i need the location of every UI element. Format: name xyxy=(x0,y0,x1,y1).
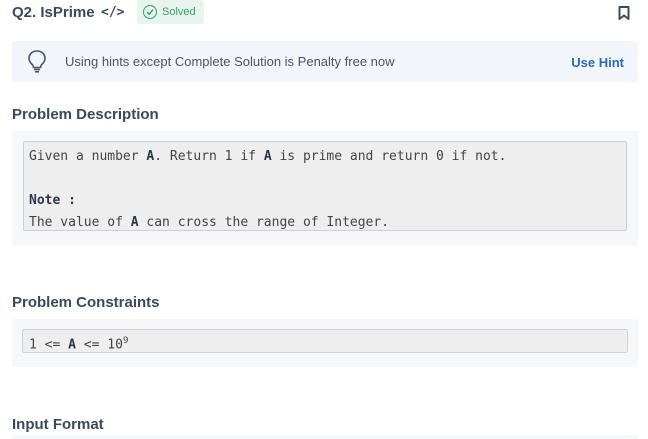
problem-header: Q2. IsPrime </> Solved xyxy=(12,0,636,26)
problem-constraints-section: 1 <= A <= 109 xyxy=(12,319,638,367)
problem-constraints-heading: Problem Constraints xyxy=(12,294,160,311)
hint-banner: Using hints except Complete Solution is … xyxy=(12,41,638,82)
code-icon[interactable]: </> xyxy=(101,5,124,20)
lightbulb-icon xyxy=(28,50,46,73)
problem-description-section: Given a number A. Return 1 if A is prime… xyxy=(12,131,638,246)
problem-description-box: Given a number A. Return 1 if A is prime… xyxy=(23,141,627,231)
problem-title: Q2. IsPrime xyxy=(12,4,95,21)
bookmark-icon[interactable] xyxy=(616,5,632,21)
status-badge: Solved xyxy=(137,0,204,24)
hint-text: Using hints except Complete Solution is … xyxy=(65,54,395,69)
use-hint-button[interactable]: Use Hint xyxy=(571,55,624,70)
problem-description-heading: Problem Description xyxy=(12,106,159,123)
status-label: Solved xyxy=(162,6,196,18)
constraint-text: 1 <= A <= 109 xyxy=(22,329,628,353)
note-label: Note : xyxy=(29,193,76,208)
description-line: Given a number A. Return 1 if A is prime… xyxy=(29,149,507,164)
input-format-section xyxy=(12,435,638,439)
input-format-heading: Input Format xyxy=(12,416,104,433)
check-circle-icon xyxy=(143,5,157,19)
note-text: The value of A can cross the range of In… xyxy=(29,215,390,230)
